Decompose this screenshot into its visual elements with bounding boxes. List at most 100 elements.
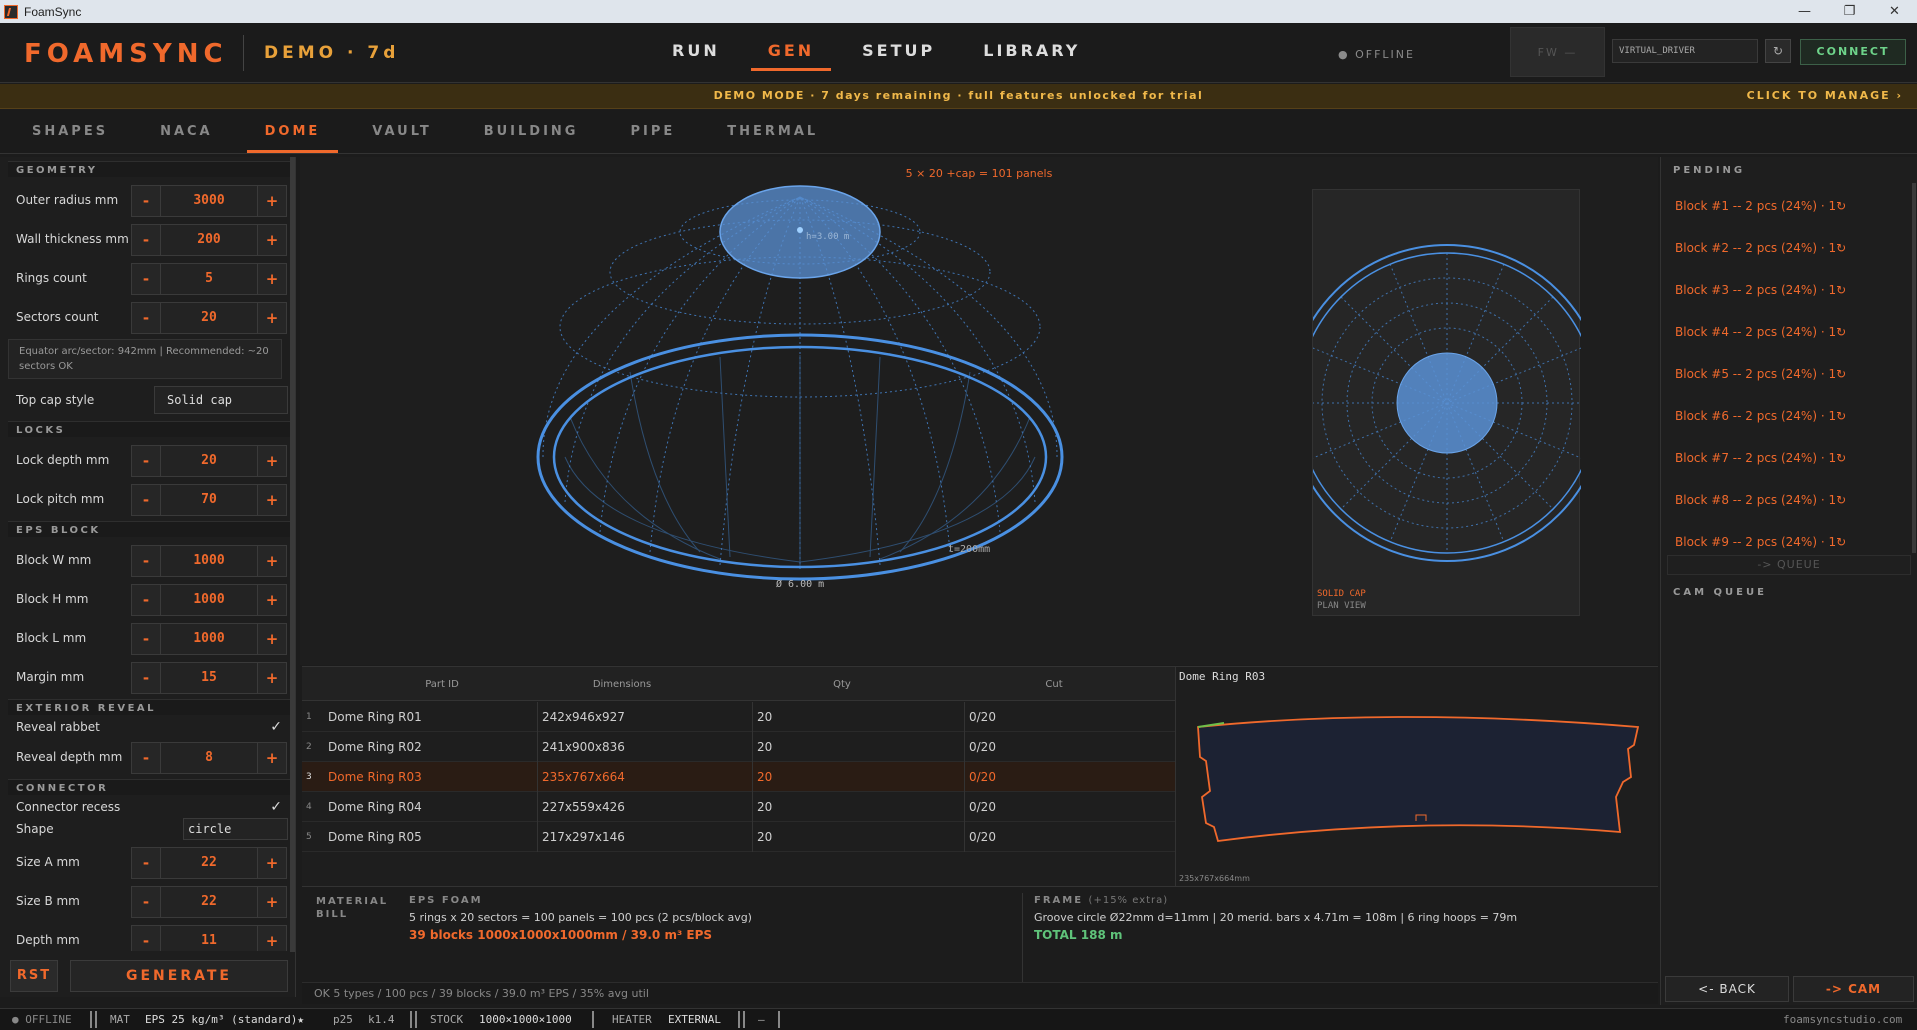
- lock-pitch-input[interactable]: 70: [161, 484, 257, 516]
- increment-button[interactable]: +: [257, 925, 287, 951]
- decrement-button[interactable]: -: [131, 545, 161, 577]
- column-header-part-id[interactable]: Part ID: [382, 679, 502, 690]
- table-row[interactable]: 2 Dome Ring R02 241x900x836 20 0/20: [302, 732, 1175, 762]
- reset-button[interactable]: RST: [10, 960, 58, 992]
- sectors-count-input[interactable]: 20: [161, 302, 257, 334]
- tab-naca[interactable]: NACA: [142, 110, 231, 153]
- shape-select[interactable]: circle: [183, 818, 288, 840]
- column-header-qty[interactable]: Qty: [782, 679, 902, 690]
- table-row-selected[interactable]: 3 Dome Ring R03 235x767x664 20 0/20: [302, 762, 1175, 792]
- pending-block-item[interactable]: Block #8 -- 2 pcs (24%) · 1↻: [1675, 493, 1846, 507]
- block-l-input[interactable]: 1000: [161, 623, 257, 655]
- rings-count-input[interactable]: 5: [161, 263, 257, 295]
- margin-input[interactable]: 15: [161, 662, 257, 694]
- increment-button[interactable]: +: [257, 662, 287, 694]
- column-header-cut[interactable]: Cut: [994, 679, 1114, 690]
- depth-input[interactable]: 11: [161, 925, 257, 951]
- tab-thermal[interactable]: THERMAL: [709, 110, 836, 153]
- generate-button[interactable]: GENERATE: [70, 960, 288, 992]
- dimensions-cell: 235x767x664: [542, 770, 625, 784]
- tab-vault[interactable]: VAULT: [354, 110, 449, 153]
- block-w-input[interactable]: 1000: [161, 545, 257, 577]
- tab-pipe[interactable]: PIPE: [612, 110, 693, 153]
- increment-button[interactable]: +: [257, 886, 287, 918]
- wall-thickness-input[interactable]: 200: [161, 224, 257, 256]
- preview-dimensions: 235x767x664mm: [1179, 874, 1250, 883]
- pending-block-item[interactable]: Block #6 -- 2 pcs (24%) · 1↻: [1675, 409, 1846, 423]
- tab-dome[interactable]: DOME: [246, 110, 339, 153]
- pending-block-item[interactable]: Block #2 -- 2 pcs (24%) · 1↻: [1675, 241, 1846, 255]
- increment-button[interactable]: +: [257, 302, 287, 334]
- nav-library[interactable]: LIBRARY: [966, 41, 1097, 71]
- decrement-button[interactable]: -: [131, 445, 161, 477]
- increment-button[interactable]: +: [257, 185, 287, 217]
- pending-block-item[interactable]: Block #5 -- 2 pcs (24%) · 1↻: [1675, 367, 1846, 381]
- website-link[interactable]: foamsyncstudio.com: [1783, 1013, 1902, 1026]
- top-cap-select[interactable]: Solid cap: [154, 386, 288, 414]
- decrement-button[interactable]: -: [131, 584, 161, 616]
- scrollbar[interactable]: [290, 157, 295, 952]
- increment-button[interactable]: +: [257, 847, 287, 879]
- tab-building[interactable]: BUILDING: [466, 110, 597, 153]
- decrement-button[interactable]: -: [131, 623, 161, 655]
- decrement-button[interactable]: -: [131, 847, 161, 879]
- pending-block-item[interactable]: Block #4 -- 2 pcs (24%) · 1↻: [1675, 325, 1846, 339]
- 3d-viewport[interactable]: 5 × 20 +cap = 101 panels h=3.00 m Ø 6.00…: [300, 157, 1658, 665]
- increment-button[interactable]: +: [257, 484, 287, 516]
- driver-select[interactable]: VIRTUAL_DRIVER: [1612, 39, 1758, 63]
- increment-button[interactable]: +: [257, 263, 287, 295]
- table-row[interactable]: 5 Dome Ring R05 217x297x146 20 0/20: [302, 822, 1175, 852]
- increment-button[interactable]: +: [257, 545, 287, 577]
- minimize-icon[interactable]: —: [1782, 4, 1827, 19]
- increment-button[interactable]: +: [257, 584, 287, 616]
- send-to-cam-button[interactable]: -> CAM: [1793, 976, 1914, 1002]
- size-a-input[interactable]: 22: [161, 847, 257, 879]
- nav-run[interactable]: RUN: [655, 41, 737, 71]
- connect-button[interactable]: CONNECT: [1800, 39, 1906, 65]
- pending-block-item[interactable]: Block #3 -- 2 pcs (24%) · 1↻: [1675, 283, 1846, 297]
- increment-button[interactable]: +: [257, 742, 287, 774]
- increment-button[interactable]: +: [257, 224, 287, 256]
- close-icon[interactable]: ✕: [1872, 4, 1917, 19]
- material-value[interactable]: EPS 25 kg/m³ (standard)★: [145, 1013, 304, 1026]
- manage-license-link[interactable]: CLICK TO MANAGE ›: [1747, 89, 1903, 102]
- maximize-icon[interactable]: ❐: [1827, 4, 1872, 19]
- scrollbar[interactable]: [1912, 183, 1916, 553]
- nav-gen[interactable]: GEN: [750, 41, 832, 71]
- pending-block-item[interactable]: Block #7 -- 2 pcs (24%) · 1↻: [1675, 451, 1846, 465]
- table-row[interactable]: 4 Dome Ring R04 227x559x426 20 0/20: [302, 792, 1175, 822]
- decrement-button[interactable]: -: [131, 302, 161, 334]
- outer-radius-input[interactable]: 3000: [161, 185, 257, 217]
- decrement-button[interactable]: -: [131, 224, 161, 256]
- table-row[interactable]: 1 Dome Ring R01 242x946x927 20 0/20: [302, 702, 1175, 732]
- increment-button[interactable]: +: [257, 445, 287, 477]
- size-b-input[interactable]: 22: [161, 886, 257, 918]
- back-button[interactable]: <- BACK: [1665, 976, 1789, 1002]
- nav-setup[interactable]: SETUP: [845, 41, 952, 71]
- decrement-button[interactable]: -: [131, 263, 161, 295]
- refresh-icon[interactable]: ↻: [1765, 39, 1791, 63]
- lock-depth-input[interactable]: 20: [161, 445, 257, 477]
- pending-block-item[interactable]: Block #9 -- 2 pcs (24%) · 1↻: [1675, 535, 1846, 549]
- decrement-button[interactable]: -: [131, 925, 161, 951]
- part-outline: [1197, 716, 1640, 842]
- tab-shapes[interactable]: SHAPES: [14, 110, 126, 153]
- section-eps-block: EPS BLOCK: [8, 521, 290, 537]
- increment-button[interactable]: +: [257, 623, 287, 655]
- reveal-depth-input[interactable]: 8: [161, 742, 257, 774]
- queue-button[interactable]: -> QUEUE: [1667, 555, 1911, 575]
- block-h-input[interactable]: 1000: [161, 584, 257, 616]
- window-title: FoamSync: [24, 4, 82, 19]
- bill-label: MATERIAL BILL: [316, 896, 389, 920]
- decrement-button[interactable]: -: [131, 886, 161, 918]
- reveal-rabbet-checkbox[interactable]: ✓: [270, 719, 282, 735]
- decrement-button[interactable]: -: [131, 185, 161, 217]
- decrement-button[interactable]: -: [131, 742, 161, 774]
- pending-block-item[interactable]: Block #1 -- 2 pcs (24%) · 1↻: [1675, 199, 1846, 213]
- column-header-dimensions[interactable]: Dimensions: [562, 679, 682, 690]
- decrement-button[interactable]: -: [131, 484, 161, 516]
- heater-label: HEATER: [612, 1013, 652, 1026]
- connector-recess-checkbox[interactable]: ✓: [270, 799, 282, 815]
- decrement-button[interactable]: -: [131, 662, 161, 694]
- column-divider: [964, 702, 965, 732]
